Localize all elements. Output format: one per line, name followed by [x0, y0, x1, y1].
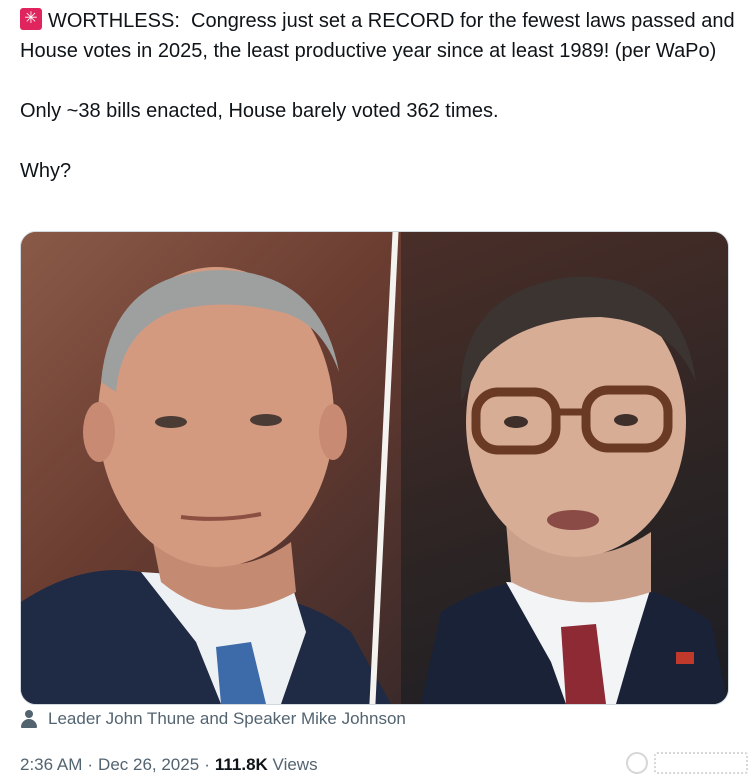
watermark-logo-icon	[626, 752, 648, 774]
post-time-link[interactable]: 2:36 AM	[20, 755, 82, 774]
post-line-2: Only ~38 bills enacted, House barely vot…	[20, 100, 499, 122]
person-icon	[20, 709, 38, 729]
post-metadata: 2:36 AM · Dec 26, 2025 · 111.8K Views	[20, 755, 318, 775]
photo-mike-johnson	[401, 232, 728, 704]
separator: ·	[87, 755, 94, 774]
views-count: 111.8K	[214, 755, 268, 774]
post-paragraph-1: WORTHLESS: Congress just set a RECORD fo…	[20, 6, 736, 66]
post-text: WORTHLESS: Congress just set a RECORD fo…	[20, 6, 736, 186]
views-label: Views	[272, 755, 318, 774]
media-caption: Leader John Thune and Speaker Mike Johns…	[20, 709, 406, 729]
post-media-image[interactable]	[20, 231, 729, 705]
post-date-link[interactable]: Dec 26, 2025	[98, 755, 199, 774]
media-caption-text: Leader John Thune and Speaker Mike Johns…	[48, 709, 406, 728]
siren-icon	[20, 8, 42, 30]
separator: ·	[204, 755, 210, 774]
photo-john-thune	[21, 232, 403, 704]
post-line-3: Why?	[20, 160, 72, 182]
watermark	[626, 752, 748, 774]
watermark-bar	[654, 752, 748, 774]
post-tag: WORTHLESS:	[48, 10, 180, 32]
